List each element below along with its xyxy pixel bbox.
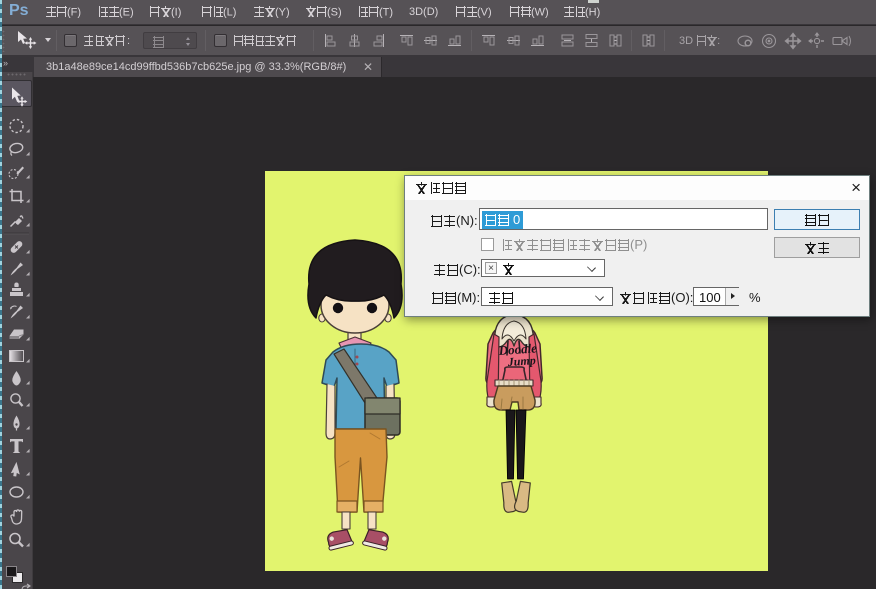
- svg-text:Jump: Jump: [506, 353, 536, 369]
